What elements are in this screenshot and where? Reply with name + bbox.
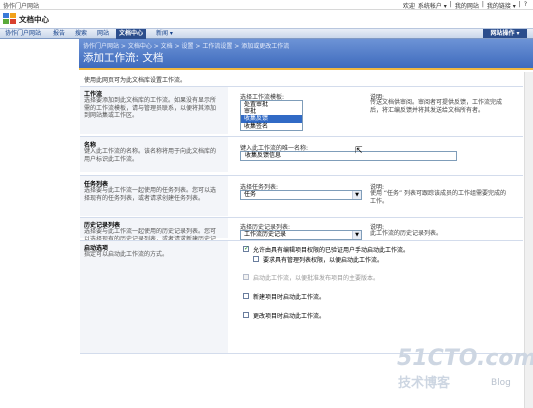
section-divider [80, 217, 523, 218]
section-divider [80, 175, 523, 176]
workflow-name-input[interactable]: 收集反馈信息 [240, 151, 457, 161]
workflow-section-desc: 选择要添加到此文档库的工作流。如果没有显示所需的工作流模板，请与管理员联系，以便… [84, 97, 217, 119]
site-title[interactable]: 文档中心 [19, 14, 49, 25]
start-section-desc: 指定可以启动此工作流的方式。 [84, 251, 169, 258]
separator: | [449, 1, 452, 8]
my-site-link[interactable]: 我的网站 [455, 1, 479, 10]
name-section-desc: 键入此工作流的名称。该名称将用于向此文档库的用户标识此工作流。 [84, 148, 217, 163]
section-divider [80, 86, 523, 87]
chevron-down-icon[interactable]: ▼ [352, 231, 361, 239]
watermark-blog: Blog [491, 378, 511, 388]
section-divider [80, 240, 523, 241]
change-start-checkbox[interactable] [243, 312, 249, 318]
user-menu[interactable]: 系统帐户 ▾ [418, 1, 447, 10]
tab-sites[interactable]: 网站 [94, 29, 112, 39]
top-nav: 协作门户网站 报告 搜索 网站 文档中心 新闻 ▾ [0, 28, 533, 39]
tasklist-select[interactable]: 任务 ▼ [240, 190, 362, 200]
left-nav-area [0, 39, 79, 408]
manual-start-checkbox[interactable] [243, 245, 249, 252]
tasklist-section-desc: 选择要与此工作流一起使用的任务列表。您可以选择现有的任务列表，或者请求创建任务列… [84, 187, 217, 202]
welcome-text: 欢迎 [402, 3, 415, 10]
tasklist-desc-text: 使用 “任务” 列表可跟踪该成员的工作组需要完成的工作。 [370, 190, 507, 205]
create-start-label: 新建项目时启动此工作流。 [253, 294, 326, 301]
template-listbox[interactable]: 处置审批 审批 收集反馈 收集签名 [240, 100, 303, 131]
section-divider [80, 136, 523, 137]
tab-document-center[interactable]: 文档中心 [116, 29, 147, 39]
history-value: 工作流历史记录 [244, 231, 287, 238]
history-section-desc: 选择要与此工作流一起使用的历史记录列表。您可以选择现有的历史记录列表，或者请求新… [84, 228, 217, 240]
help-icon[interactable]: ? [524, 1, 527, 10]
mouse-cursor-icon: ⇱ [355, 146, 363, 156]
top-links: 欢迎 系统帐户 ▾ | 我的网站 | 我的链接 ▾ | ? [403, 1, 527, 10]
site-actions-button[interactable]: 网站操作 ▾ [483, 29, 527, 38]
tab-portal[interactable]: 协作门户网站 [2, 29, 44, 39]
tab-search[interactable]: 搜索 [72, 29, 90, 39]
separator: | [518, 1, 521, 8]
tasklist-value: 任务 [244, 191, 257, 198]
workflow-desc-text: 传送文档供审阅。审阅者可提供反馈，工作流完成后，将汇编反馈并将其发送给文档所有者… [370, 99, 503, 114]
require-manage-checkbox[interactable] [253, 256, 259, 262]
top-bar: 协作门户网站 欢迎 系统帐户 ▾ | 我的网站 | 我的链接 ▾ | ? [0, 0, 533, 10]
chevron-down-icon[interactable]: ▼ [352, 191, 361, 199]
create-start-checkbox[interactable] [243, 293, 249, 299]
top-site-link[interactable]: 协作门户网站 [3, 1, 39, 10]
tab-reports[interactable]: 报告 [50, 29, 68, 39]
my-links-menu[interactable]: 我的链接 ▾ [487, 1, 516, 10]
require-manage-label: 要求具有管理列表权限，以便启动此工作流。 [263, 257, 384, 264]
history-select[interactable]: 工作流历史记录 ▼ [240, 230, 362, 240]
approval-start-checkbox [243, 274, 249, 280]
history-desc-text: 此工作流的历史记录列表。 [370, 230, 443, 237]
page-title: 添加工作流: 文档 [83, 52, 164, 64]
breadcrumb[interactable]: 协作门户网站 > 文档中心 > 文档 > 设置 > 工作流设置 > 添加或更改工… [83, 41, 289, 50]
intro-text: 使用此网页可为此文档库设置工作流。 [84, 77, 187, 84]
tab-news[interactable]: 新闻 ▾ [153, 29, 176, 39]
watermark-logo: 51CTO.com [397, 346, 533, 371]
site-header [0, 10, 533, 28]
template-option-selected[interactable]: 收集反馈 [241, 115, 302, 123]
manual-start-label: 允许由具有编辑项目权限的已验证用户手动启动此工作流。 [253, 247, 410, 254]
approval-start-label: 启动此工作流，以便批准发布项目的主要版本。 [253, 275, 380, 282]
separator: | [481, 1, 484, 8]
watermark-text: 技术博客 [398, 376, 451, 391]
site-logo-icon [3, 13, 16, 24]
template-option[interactable]: 收集签名 [241, 123, 302, 130]
change-start-label: 更改项目时启动此工作流。 [253, 313, 326, 320]
